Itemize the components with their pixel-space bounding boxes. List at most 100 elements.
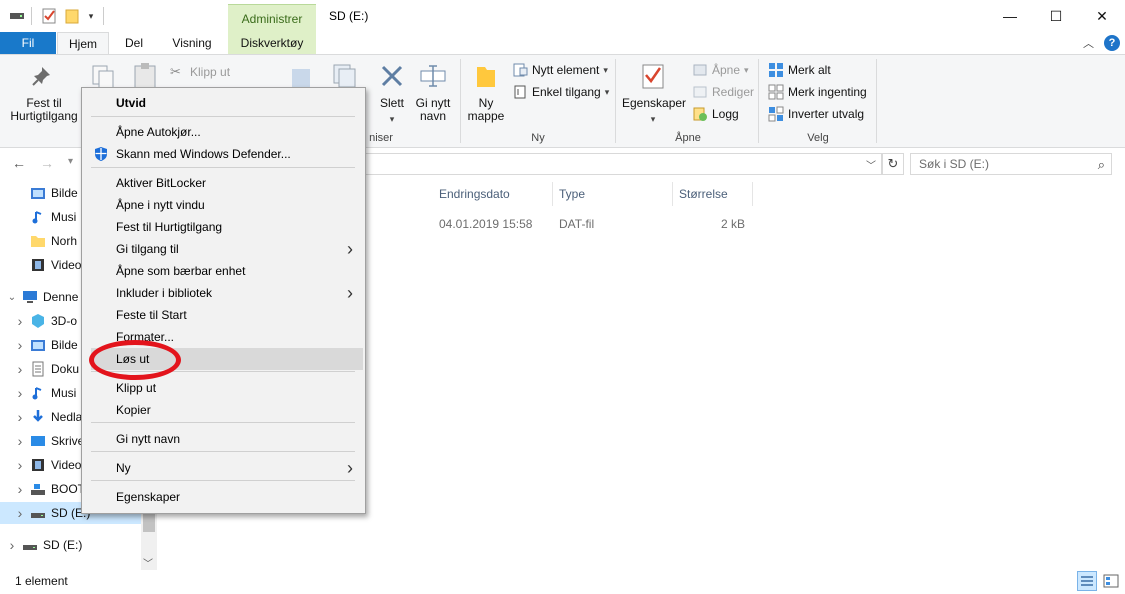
open-button[interactable]: Åpne ▾ xyxy=(692,61,749,79)
sidebar-item-label: Bilde xyxy=(51,186,78,200)
menu-item-feste-til-start[interactable]: Feste til Start xyxy=(82,304,365,326)
nav-scrollbar-thumb[interactable] xyxy=(143,512,155,532)
chevron-right-icon[interactable]: › xyxy=(12,409,28,425)
tab-share[interactable]: Del xyxy=(112,32,156,54)
chevron-right-icon[interactable]: › xyxy=(12,313,28,329)
tab-file[interactable]: Fil xyxy=(0,32,56,54)
chevron-right-icon[interactable]: › xyxy=(12,505,28,521)
menu-item-skann-med-windows-defender[interactable]: Skann med Windows Defender... xyxy=(82,143,365,165)
help-icon[interactable]: ? xyxy=(1104,35,1120,51)
tab-home[interactable]: Hjem xyxy=(57,32,109,54)
column-header-size[interactable]: Størrelse xyxy=(679,187,728,201)
details-view-icon[interactable] xyxy=(1077,571,1097,591)
documents-icon xyxy=(30,361,46,377)
menu-item-inkluder-i-bibliotek[interactable]: Inkluder i bibliotek › xyxy=(82,282,365,304)
copy-to-icon[interactable] xyxy=(330,61,358,89)
menu-item-gi-nytt-navn[interactable]: Gi nytt navn xyxy=(82,428,365,450)
minimize-button[interactable]: — xyxy=(987,0,1033,32)
menu-item-label: Aktiver BitLocker xyxy=(116,176,207,190)
properties-button[interactable]: Egenskaper ▾ xyxy=(622,61,687,126)
tab-drive-tools[interactable]: Diskverktøy xyxy=(228,32,316,54)
chevron-right-icon[interactable]: › xyxy=(4,537,20,553)
menu-item-label: Åpne i nytt vindu xyxy=(116,198,205,212)
column-header-type[interactable]: Type xyxy=(559,187,585,201)
menu-item-fest-til-hurtigtilgang[interactable]: Fest til Hurtigtilgang xyxy=(82,216,365,238)
scroll-down-arrow-icon[interactable]: ﹀ xyxy=(143,555,153,570)
chevron-right-icon[interactable]: › xyxy=(12,361,28,377)
refresh-icon[interactable]: ↻ xyxy=(882,153,904,175)
menu-item-utvid[interactable]: Utvid xyxy=(82,92,365,114)
close-button[interactable]: ✕ xyxy=(1079,0,1125,32)
menu-item-aktiver-bitlocker[interactable]: Aktiver BitLocker xyxy=(82,172,365,194)
column-divider[interactable] xyxy=(752,182,753,206)
address-bar[interactable] xyxy=(360,153,882,175)
collapse-ribbon-icon[interactable]: ︿ xyxy=(1083,35,1094,51)
red-highlight-annotation xyxy=(89,340,181,380)
properties-label: Egenskaper xyxy=(622,96,687,110)
column-divider[interactable] xyxy=(552,182,553,206)
sd-drive-icon xyxy=(30,505,46,521)
menu-separator xyxy=(91,451,355,452)
recent-locations-dropdown-icon[interactable]: ▾ xyxy=(68,156,73,167)
menu-item-åpne-i-nytt-vindu[interactable]: Åpne i nytt vindu xyxy=(82,194,365,216)
edit-button[interactable]: Rediger xyxy=(692,83,754,101)
properties-check-icon xyxy=(642,64,664,89)
select-all-label: Merk alt xyxy=(788,63,831,77)
history-button[interactable]: Logg xyxy=(692,105,739,123)
address-dropdown-icon[interactable]: ﹀ xyxy=(866,157,876,172)
forward-arrow-icon[interactable]: → xyxy=(40,155,54,171)
delete-button[interactable]: Slett ▾ xyxy=(371,61,413,126)
easy-access-icon xyxy=(514,85,526,99)
search-box[interactable]: Søk i SD (E:) ⌕ xyxy=(910,153,1112,175)
maximize-button[interactable]: ☐ xyxy=(1033,0,1079,32)
properties-dropdown-icon[interactable]: ▾ xyxy=(622,113,684,126)
search-input[interactable]: Søk i SD (E:) xyxy=(919,157,989,171)
pin-quick-access-button[interactable]: Fest til Hurtigtilgang xyxy=(6,61,82,123)
context-menu: Utvid Åpne Autokjør... Skann med Windows D… xyxy=(81,87,366,514)
large-icons-view-icon[interactable] xyxy=(1101,571,1121,591)
new-folder-qat-icon[interactable] xyxy=(63,7,81,25)
easy-access-button[interactable]: Enkel tilgang ▾ xyxy=(512,83,609,101)
menu-item-åpne-autokjør[interactable]: Åpne Autokjør... xyxy=(82,121,365,143)
menu-item-egenskaper[interactable]: Egenskaper xyxy=(82,486,365,508)
rename-button[interactable]: Gi nytt navn xyxy=(412,61,454,123)
sidebar-item[interactable]: › SD (E:) xyxy=(0,534,157,556)
search-icon[interactable]: ⌕ xyxy=(1098,157,1105,173)
column-header-date[interactable]: Endringsdato xyxy=(439,187,510,201)
column-divider[interactable] xyxy=(672,182,673,206)
status-item-count: 1 element xyxy=(15,574,68,588)
sidebar-item-label: Doku xyxy=(51,362,80,376)
pin-quick-access-label: Fest til Hurtigtilgang xyxy=(10,96,78,123)
file-date: 04.01.2019 15:58 xyxy=(439,217,533,231)
group-new-label: Ny xyxy=(531,132,545,144)
menu-item-label: Utvid xyxy=(116,96,146,110)
file-size: 2 kB xyxy=(720,217,745,231)
menu-separator xyxy=(91,167,355,168)
chevron-down-icon[interactable]: ⌄ xyxy=(4,292,20,303)
menu-item-klipp-ut[interactable]: Klipp ut xyxy=(82,377,365,399)
chevron-right-icon[interactable]: › xyxy=(12,457,28,473)
chevron-right-icon[interactable]: › xyxy=(12,385,28,401)
back-arrow-icon[interactable]: ← xyxy=(12,155,26,171)
pictures-icon xyxy=(30,337,46,353)
properties-qat-icon[interactable] xyxy=(40,7,58,25)
customize-qat-dropdown-icon[interactable]: ▾ xyxy=(84,7,98,25)
select-none-button[interactable]: Merk ingenting xyxy=(768,83,867,101)
delete-dropdown-icon[interactable]: ▾ xyxy=(371,113,413,126)
chevron-right-icon[interactable]: › xyxy=(12,481,28,497)
menu-item-åpne-som-bærbar-enhet[interactable]: Åpne som bærbar enhet xyxy=(82,260,365,282)
tab-view[interactable]: Visning xyxy=(160,32,224,54)
cut-button[interactable]: ✂ Klipp ut xyxy=(170,63,230,81)
invert-selection-button[interactable]: Inverter utvalg xyxy=(768,105,864,123)
new-folder-button[interactable]: Ny mappe xyxy=(464,61,508,123)
edit-icon xyxy=(693,86,707,98)
menu-item-kopier[interactable]: Kopier xyxy=(82,399,365,421)
menu-item-gi-tilgang-til[interactable]: Gi tilgang til › xyxy=(82,238,365,260)
select-all-button[interactable]: Merk alt xyxy=(768,61,831,79)
menu-item-ny[interactable]: Ny › xyxy=(82,457,365,479)
videos-icon xyxy=(30,457,46,473)
new-item-button[interactable]: Nytt element ▾ xyxy=(512,61,608,79)
chevron-right-icon[interactable]: › xyxy=(12,433,28,449)
pictures-icon xyxy=(30,185,46,201)
chevron-right-icon[interactable]: › xyxy=(12,337,28,353)
